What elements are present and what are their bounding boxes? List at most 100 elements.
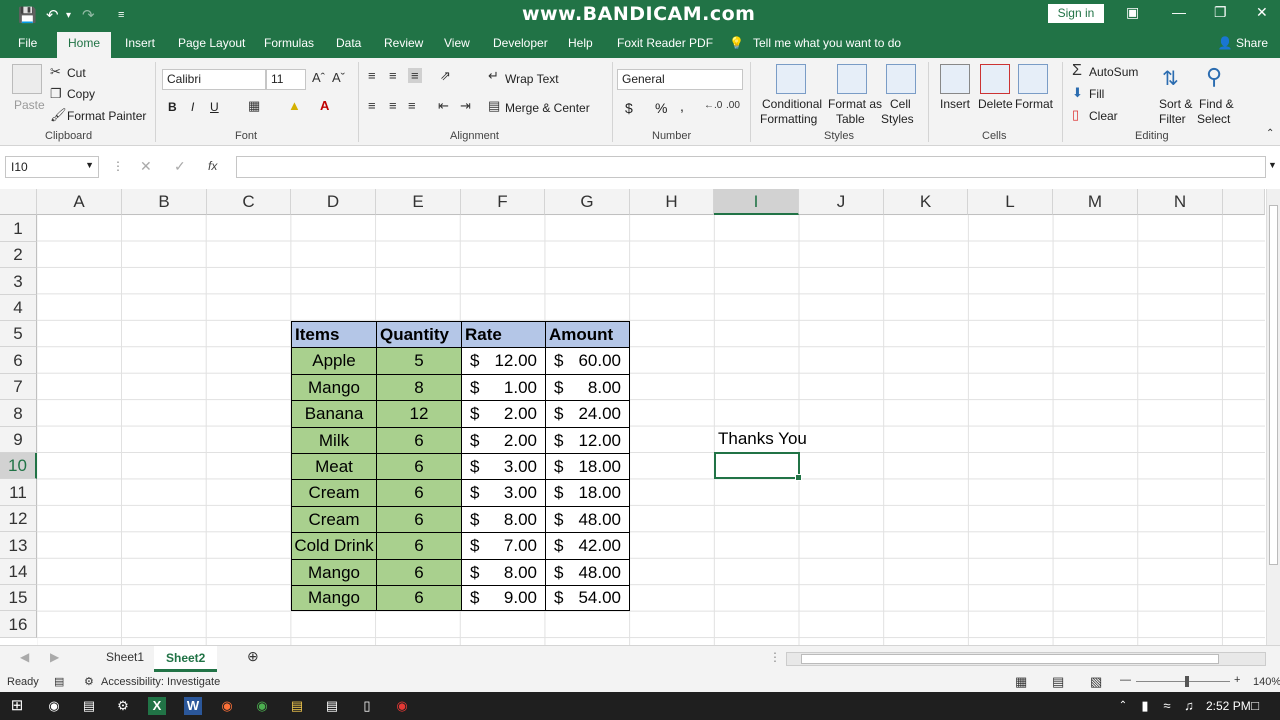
conditional-formatting-label-1[interactable]: Conditional <box>762 97 822 111</box>
column-header-J[interactable]: J <box>799 189 884 215</box>
tab-foxit[interactable]: Foxit Reader PDF <box>617 36 713 50</box>
file-explorer-icon[interactable]: ▤ <box>288 697 306 715</box>
redo-icon[interactable]: ↷ <box>82 6 95 24</box>
table-cell-quantity[interactable]: 6 <box>376 532 462 560</box>
comma-button[interactable]: , <box>680 98 684 114</box>
scroll-right-icon[interactable]: ▶ <box>50 650 59 664</box>
row-header-16[interactable]: 16 <box>0 611 37 638</box>
table-cell-item[interactable]: Apple <box>291 347 377 375</box>
font-color-icon[interactable]: A <box>320 98 329 113</box>
app-icon-1[interactable]: ◉ <box>45 697 63 715</box>
table-cell-rate[interactable]: $3.00 <box>461 453 546 480</box>
wifi-icon[interactable]: ≈ <box>1158 697 1176 715</box>
table-cell-amount[interactable]: $12.00 <box>545 427 630 454</box>
notepad-icon[interactable]: ▤ <box>323 697 341 715</box>
cancel-icon[interactable]: ✕ <box>140 158 152 175</box>
page-layout-view-icon[interactable]: ▤ <box>1052 674 1064 690</box>
column-header-A[interactable]: A <box>37 189 122 215</box>
table-header-amount[interactable]: Amount <box>545 321 630 348</box>
table-header-rate[interactable]: Rate <box>461 321 546 348</box>
tab-file[interactable]: File <box>18 36 37 50</box>
decrease-decimal-icon[interactable]: .00 <box>726 100 740 111</box>
row-header-14[interactable]: 14 <box>0 559 37 585</box>
zoom-in-icon[interactable]: + <box>1234 674 1240 686</box>
table-cell-rate[interactable]: $3.00 <box>461 479 546 507</box>
format-as-table-label-1[interactable]: Format as <box>828 97 882 111</box>
undo-icon[interactable]: ↶ <box>46 6 59 24</box>
zoom-out-icon[interactable]: — <box>1120 674 1131 686</box>
align-bottom-icon[interactable]: ≡ <box>408 68 422 83</box>
table-cell-rate[interactable]: $9.00 <box>461 585 546 611</box>
column-header-M[interactable]: M <box>1053 189 1138 215</box>
sheet-tab-sheet1[interactable]: Sheet1 <box>106 650 144 664</box>
row-header-7[interactable]: 7 <box>0 374 37 400</box>
column-header-D[interactable]: D <box>291 189 376 215</box>
fill-color-icon[interactable]: ▲ <box>288 98 301 113</box>
increase-font-icon[interactable]: Aˆ <box>312 70 325 85</box>
table-cell-quantity[interactable]: 8 <box>376 374 462 401</box>
row-header-4[interactable]: 4 <box>0 295 37 321</box>
table-cell-amount[interactable]: $54.00 <box>545 585 630 611</box>
column-header-B[interactable]: B <box>122 189 207 215</box>
row-header-5[interactable]: 5 <box>0 321 37 347</box>
expand-formula-icon[interactable]: ▼ <box>1268 160 1277 170</box>
row-header-9[interactable]: 9 <box>0 427 37 453</box>
table-cell-item[interactable]: Milk <box>291 427 377 454</box>
minimize-icon[interactable]: — <box>1172 4 1186 20</box>
customize-toolbar-icon[interactable]: ≡ <box>118 9 124 21</box>
tab-page-layout[interactable]: Page Layout <box>178 36 245 50</box>
currency-button[interactable]: $ <box>625 100 633 116</box>
align-center-icon[interactable]: ≡ <box>389 98 397 113</box>
column-header-K[interactable]: K <box>884 189 968 215</box>
notification-icon[interactable]: □ <box>1246 697 1264 715</box>
table-cell-rate[interactable]: $8.00 <box>461 506 546 533</box>
tell-me-search[interactable]: Tell me what you want to do <box>753 36 901 50</box>
tab-view[interactable]: View <box>444 36 470 50</box>
table-header-items[interactable]: Items <box>291 321 377 348</box>
enter-icon[interactable]: ✓ <box>174 158 186 175</box>
tab-home[interactable]: Home <box>57 32 112 58</box>
excel-app-icon[interactable]: X <box>148 697 166 715</box>
page-break-view-icon[interactable]: ▧ <box>1090 674 1102 690</box>
zoom-slider-thumb[interactable] <box>1185 676 1189 687</box>
fill-button[interactable]: Fill <box>1089 87 1104 101</box>
table-cell-rate[interactable]: $2.00 <box>461 427 546 454</box>
table-cell-rate[interactable]: $2.00 <box>461 400 546 428</box>
row-header-13[interactable]: 13 <box>0 532 37 559</box>
firefox-icon[interactable]: ◉ <box>218 697 236 715</box>
row-header-1[interactable]: 1 <box>0 215 37 242</box>
align-top-icon[interactable]: ≡ <box>368 68 376 83</box>
table-cell-quantity[interactable]: 6 <box>376 585 462 611</box>
tab-insert[interactable]: Insert <box>125 36 155 50</box>
orientation-icon[interactable]: ⇗ <box>440 68 451 84</box>
scroll-left-icon[interactable]: ◀ <box>20 650 29 664</box>
table-cell-rate[interactable]: $8.00 <box>461 559 546 586</box>
settings-icon[interactable]: ⚙ <box>114 697 132 715</box>
column-header-G[interactable]: G <box>545 189 630 215</box>
autosum-button[interactable]: AutoSum <box>1089 65 1138 79</box>
share-button[interactable]: 👤 Share <box>1218 36 1268 50</box>
increase-decimal-icon[interactable]: ←.0 <box>704 100 722 111</box>
table-cell-amount[interactable]: $48.00 <box>545 559 630 586</box>
select-all-corner[interactable] <box>0 189 37 215</box>
calculator-icon[interactable]: ▤ <box>80 697 98 715</box>
table-cell-rate[interactable]: $12.00 <box>461 347 546 375</box>
row-header-11[interactable]: 11 <box>0 479 37 506</box>
save-icon[interactable]: 💾 <box>18 6 37 24</box>
tab-help[interactable]: Help <box>568 36 593 50</box>
table-cell-quantity[interactable]: 12 <box>376 400 462 428</box>
ribbon-display-icon[interactable]: ▣ <box>1126 4 1139 21</box>
clear-button[interactable]: Clear <box>1089 109 1118 123</box>
decrease-indent-icon[interactable]: ⇤ <box>438 98 449 114</box>
table-cell-quantity[interactable]: 6 <box>376 559 462 586</box>
find-select-label-1[interactable]: Find & <box>1199 97 1234 111</box>
accessibility-status[interactable]: Accessibility: Investigate <box>101 676 220 688</box>
tab-formulas[interactable]: Formulas <box>264 36 314 50</box>
windows-start-icon[interactable]: ⊞ <box>8 697 26 715</box>
table-cell-item[interactable]: Banana <box>291 400 377 428</box>
row-header-2[interactable]: 2 <box>0 242 37 268</box>
row-header-10[interactable]: 10 <box>0 453 37 479</box>
table-cell-quantity[interactable]: 5 <box>376 347 462 375</box>
decrease-font-icon[interactable]: Aˇ <box>332 70 345 85</box>
sort-filter-label-2[interactable]: Filter <box>1159 112 1186 126</box>
